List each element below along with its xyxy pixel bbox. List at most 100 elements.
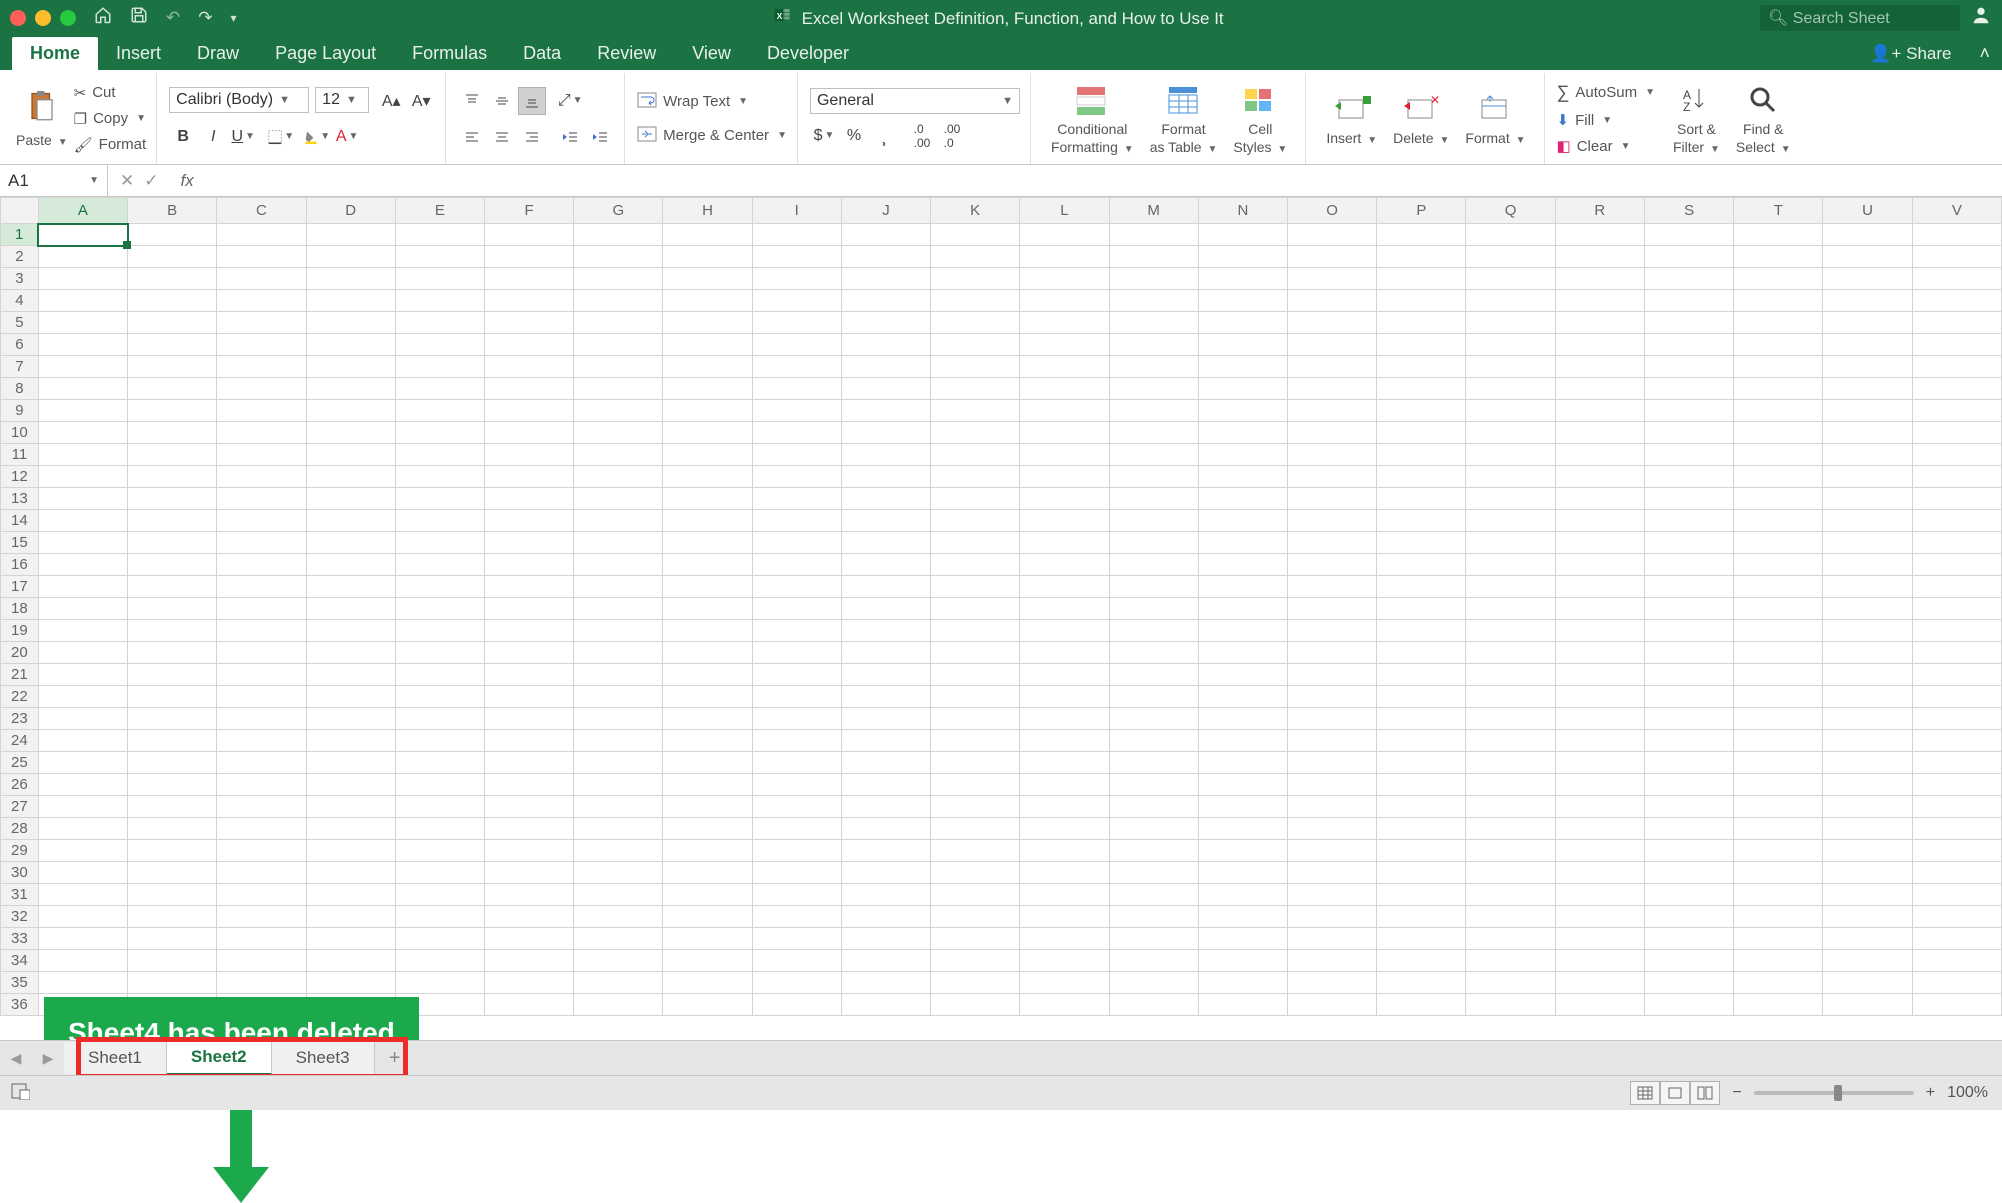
cell[interactable]	[663, 972, 752, 994]
cell[interactable]	[1644, 642, 1733, 664]
cell[interactable]	[217, 510, 306, 532]
zoom-in-button[interactable]: +	[1926, 1084, 1935, 1102]
cell[interactable]	[395, 730, 484, 752]
cell[interactable]	[1555, 554, 1644, 576]
cell[interactable]	[1466, 224, 1555, 246]
cell[interactable]	[484, 818, 573, 840]
normal-view-button[interactable]	[1630, 1081, 1660, 1105]
cell[interactable]	[1109, 928, 1198, 950]
cell[interactable]	[663, 840, 752, 862]
cell[interactable]	[1020, 290, 1109, 312]
cell[interactable]	[931, 752, 1020, 774]
cell[interactable]	[574, 422, 663, 444]
cell[interactable]	[217, 862, 306, 884]
cell[interactable]	[1823, 774, 1912, 796]
cell[interactable]	[752, 686, 841, 708]
cell[interactable]	[931, 378, 1020, 400]
cell[interactable]	[1020, 950, 1109, 972]
cell[interactable]	[217, 290, 306, 312]
cut-button[interactable]: ✂Cut	[74, 82, 147, 104]
cell[interactable]	[484, 356, 573, 378]
cell[interactable]	[1912, 906, 2001, 928]
cell[interactable]	[1466, 576, 1555, 598]
font-name-select[interactable]: Calibri (Body)▼	[169, 87, 309, 113]
wrap-text-button[interactable]: Wrap Text ▼	[637, 90, 748, 114]
cell[interactable]	[306, 466, 395, 488]
cell[interactable]	[1644, 246, 1733, 268]
cell[interactable]	[752, 224, 841, 246]
cell[interactable]	[1823, 290, 1912, 312]
cell[interactable]	[1020, 554, 1109, 576]
zoom-level[interactable]: 100%	[1947, 1084, 1988, 1102]
cell[interactable]	[128, 664, 217, 686]
cell[interactable]	[484, 334, 573, 356]
cell[interactable]	[1644, 488, 1733, 510]
cell[interactable]	[1912, 994, 2001, 1016]
cell[interactable]	[1644, 818, 1733, 840]
cell[interactable]	[1109, 774, 1198, 796]
cell[interactable]	[306, 312, 395, 334]
cell[interactable]	[484, 642, 573, 664]
cell[interactable]	[1912, 664, 2001, 686]
cell[interactable]	[1020, 730, 1109, 752]
cell[interactable]	[128, 312, 217, 334]
cell[interactable]	[752, 532, 841, 554]
cell[interactable]	[1823, 268, 1912, 290]
cell[interactable]	[663, 356, 752, 378]
row-header[interactable]: 14	[1, 510, 39, 532]
cell[interactable]	[1377, 928, 1466, 950]
cell[interactable]	[1466, 532, 1555, 554]
cell[interactable]	[663, 444, 752, 466]
cell[interactable]	[217, 620, 306, 642]
cell[interactable]	[1734, 664, 1823, 686]
cell[interactable]	[1377, 708, 1466, 730]
cell[interactable]	[841, 972, 930, 994]
cell[interactable]	[663, 862, 752, 884]
cell[interactable]	[38, 796, 127, 818]
cell[interactable]	[931, 576, 1020, 598]
cell[interactable]	[841, 906, 930, 928]
cell[interactable]	[574, 554, 663, 576]
cell[interactable]	[395, 466, 484, 488]
cell[interactable]	[1555, 378, 1644, 400]
cell[interactable]	[1466, 246, 1555, 268]
fill-handle[interactable]	[123, 241, 131, 249]
cell[interactable]	[663, 664, 752, 686]
cell[interactable]	[1287, 312, 1376, 334]
cell[interactable]	[841, 532, 930, 554]
cell[interactable]	[752, 730, 841, 752]
cell[interactable]	[1198, 532, 1287, 554]
tab-home[interactable]: Home	[12, 37, 98, 70]
cell[interactable]	[1377, 466, 1466, 488]
cell[interactable]	[484, 796, 573, 818]
cell[interactable]	[752, 994, 841, 1016]
cell[interactable]	[484, 554, 573, 576]
cell[interactable]	[663, 268, 752, 290]
cell[interactable]	[841, 378, 930, 400]
cell[interactable]	[128, 356, 217, 378]
cell[interactable]	[1109, 532, 1198, 554]
cell[interactable]	[1912, 312, 2001, 334]
row-header[interactable]: 5	[1, 312, 39, 334]
cell[interactable]	[1466, 862, 1555, 884]
cell[interactable]	[395, 356, 484, 378]
cell[interactable]	[1287, 752, 1376, 774]
row-header[interactable]: 17	[1, 576, 39, 598]
cell[interactable]	[663, 378, 752, 400]
enter-formula-icon[interactable]: ✓	[144, 171, 158, 191]
cell[interactable]	[1198, 818, 1287, 840]
row-header[interactable]: 1	[1, 224, 39, 246]
cell[interactable]	[931, 796, 1020, 818]
cell[interactable]	[1823, 488, 1912, 510]
cell[interactable]	[306, 686, 395, 708]
cell[interactable]	[1020, 994, 1109, 1016]
cell[interactable]	[1823, 598, 1912, 620]
cell[interactable]	[306, 400, 395, 422]
cell[interactable]	[1109, 796, 1198, 818]
cell[interactable]	[395, 312, 484, 334]
cell[interactable]	[1377, 950, 1466, 972]
cell[interactable]	[1020, 268, 1109, 290]
cell[interactable]	[1287, 554, 1376, 576]
cell[interactable]	[1287, 730, 1376, 752]
cell[interactable]	[1198, 356, 1287, 378]
